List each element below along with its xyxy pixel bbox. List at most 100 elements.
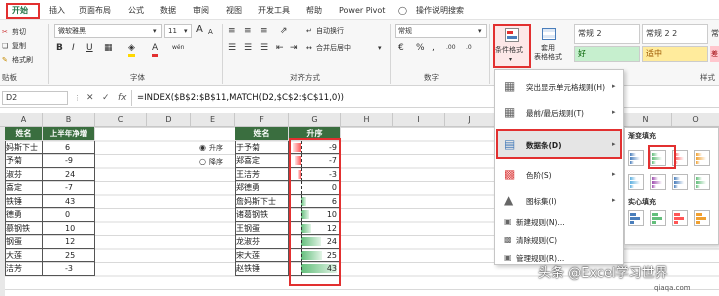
comma-button[interactable]: , (432, 42, 435, 54)
right-name-cell[interactable]: 郑喜定 (235, 154, 289, 168)
col-O[interactable]: O (672, 113, 719, 127)
solid-swatch[interactable] (672, 210, 688, 226)
formula-input[interactable]: =INDEX($B$2:$B$11,MATCH(D2,$C$2:$C$11,0)… (137, 92, 344, 104)
right-name-cell[interactable]: 郑德勇 (235, 181, 289, 195)
align-top-icon[interactable]: ≡ (228, 25, 236, 37)
cancel-icon[interactable]: ✕ (86, 92, 94, 104)
borders-icon[interactable]: ▦ (104, 42, 113, 54)
left-value-cell[interactable]: 24 (43, 167, 95, 181)
col-G[interactable]: G (289, 113, 341, 127)
left-value-cell[interactable]: -9 (43, 154, 95, 168)
left-value-cell[interactable]: 0 (43, 208, 95, 222)
right-name-cell[interactable]: 宋大莲 (235, 248, 289, 262)
bold-button[interactable]: B (56, 42, 63, 54)
orientation-icon[interactable]: ⇗ (280, 25, 288, 37)
left-value-cell[interactable]: 6 (43, 140, 95, 154)
align-center-icon[interactable]: ☰ (244, 42, 252, 54)
left-value-cell[interactable]: 25 (43, 248, 95, 262)
right-name-cell[interactable]: 赵铁锤 (235, 262, 289, 276)
left-name-cell[interactable]: 大莲 (5, 248, 43, 262)
copy-button[interactable]: 复制 (12, 40, 26, 52)
tab-view[interactable]: 视图 (226, 4, 242, 18)
left-name-cell[interactable]: 钢蛋 (5, 235, 43, 249)
solid-swatch[interactable] (628, 210, 644, 226)
merge-center-button[interactable]: 合并后居中 (316, 42, 351, 54)
enter-icon[interactable]: ✓ (102, 92, 110, 104)
left-header-value[interactable]: 上半年净增 (43, 127, 95, 141)
tab-insert[interactable]: 插入 (49, 4, 65, 18)
tab-layout[interactable]: 页面布局 (79, 4, 111, 18)
gradient-swatch[interactable] (628, 174, 644, 190)
tab-search[interactable]: 操作说明搜索 (416, 4, 464, 18)
radio-asc-icon[interactable]: ◉ (199, 142, 206, 154)
tab-powerpivot[interactable]: Power Pivot (339, 4, 385, 18)
shrink-font-button[interactable]: A (208, 26, 213, 38)
col-I[interactable]: I (393, 113, 445, 127)
underline-button[interactable]: U (86, 42, 93, 54)
tab-data[interactable]: 数据 (160, 4, 176, 18)
left-value-cell[interactable]: -7 (43, 181, 95, 195)
tab-developer[interactable]: 开发工具 (258, 4, 290, 18)
font-color-button[interactable]: A (152, 42, 159, 57)
format-as-table-button[interactable]: 套用 表格格式 (534, 44, 562, 62)
left-name-cell[interactable]: 喜定 (5, 181, 43, 195)
chevron-down-icon[interactable]: ▾ (378, 42, 382, 54)
cf-menu-icon-sets[interactable] (497, 190, 621, 212)
left-name-cell[interactable]: 妈斯下士 (5, 140, 43, 154)
left-name-cell[interactable]: 慕钢铁 (5, 221, 43, 235)
align-left-icon[interactable]: ☰ (228, 42, 236, 54)
col-E[interactable]: E (191, 113, 235, 127)
col-H[interactable]: H (341, 113, 393, 127)
phonetic-button[interactable]: wén (172, 42, 184, 54)
left-name-cell[interactable]: 淑芬 (5, 167, 43, 181)
format-painter-button[interactable]: 格式刷 (12, 54, 33, 66)
increase-decimal-button[interactable]: .00 (446, 42, 456, 54)
grow-font-button[interactable]: A (196, 24, 203, 36)
col-B[interactable]: B (43, 113, 95, 127)
left-name-cell[interactable]: 洁芳 (5, 262, 43, 276)
style-c1[interactable]: 常 (711, 28, 719, 40)
gradient-swatch[interactable] (628, 150, 644, 166)
cf-menu-color-scales[interactable] (497, 164, 621, 186)
function-icon[interactable]: fx (118, 92, 127, 104)
decrease-decimal-button[interactable]: .0 (466, 42, 472, 54)
col-A[interactable]: A (5, 113, 43, 127)
left-value-cell[interactable]: 43 (43, 194, 95, 208)
right-name-cell[interactable]: 于予菊 (235, 140, 289, 154)
right-name-cell[interactable]: 王洁芳 (235, 167, 289, 181)
left-name-cell[interactable]: 铁锤 (5, 194, 43, 208)
left-value-cell[interactable]: 10 (43, 221, 95, 235)
tab-review[interactable]: 审阅 (193, 4, 209, 18)
indent-decrease-icon[interactable]: ⇤ (276, 42, 284, 54)
left-header-name[interactable]: 姓名 (5, 127, 43, 141)
left-name-cell[interactable]: 予菊 (5, 154, 43, 168)
fill-color-icon[interactable]: ◈ (128, 42, 135, 57)
col-F[interactable]: F (235, 113, 289, 127)
italic-button[interactable]: I (72, 42, 75, 54)
align-bottom-icon[interactable]: ≡ (260, 25, 268, 37)
cut-button[interactable]: 剪切 (12, 26, 26, 38)
col-D[interactable]: D (147, 113, 191, 127)
right-name-cell[interactable]: 诸葛钢铁 (235, 208, 289, 222)
radio-desc-icon[interactable]: ○ (199, 156, 206, 168)
currency-icon[interactable]: € (398, 42, 404, 54)
col-J[interactable]: J (445, 113, 495, 127)
right-header-name[interactable]: 姓名 (235, 127, 289, 141)
percent-button[interactable]: % (416, 42, 425, 54)
col-N[interactable]: N (620, 113, 672, 127)
gradient-swatch[interactable] (694, 174, 710, 190)
indent-increase-icon[interactable]: ⇥ (290, 42, 298, 54)
col-C[interactable]: C (95, 113, 147, 127)
right-name-cell[interactable]: 龙淑芬 (235, 235, 289, 249)
left-value-cell[interactable]: 12 (43, 235, 95, 249)
align-right-icon[interactable]: ☰ (260, 42, 268, 54)
wrap-text-button[interactable]: 自动换行 (316, 25, 344, 37)
tab-help[interactable]: 帮助 (306, 4, 322, 18)
gradient-swatch[interactable] (672, 174, 688, 190)
gradient-swatch[interactable] (650, 174, 666, 190)
right-name-cell[interactable]: 王钢蛋 (235, 221, 289, 235)
solid-swatch[interactable] (650, 210, 666, 226)
align-middle-icon[interactable]: ≡ (244, 25, 252, 37)
solid-swatch[interactable] (694, 210, 710, 226)
tab-formulas[interactable]: 公式 (128, 4, 144, 18)
